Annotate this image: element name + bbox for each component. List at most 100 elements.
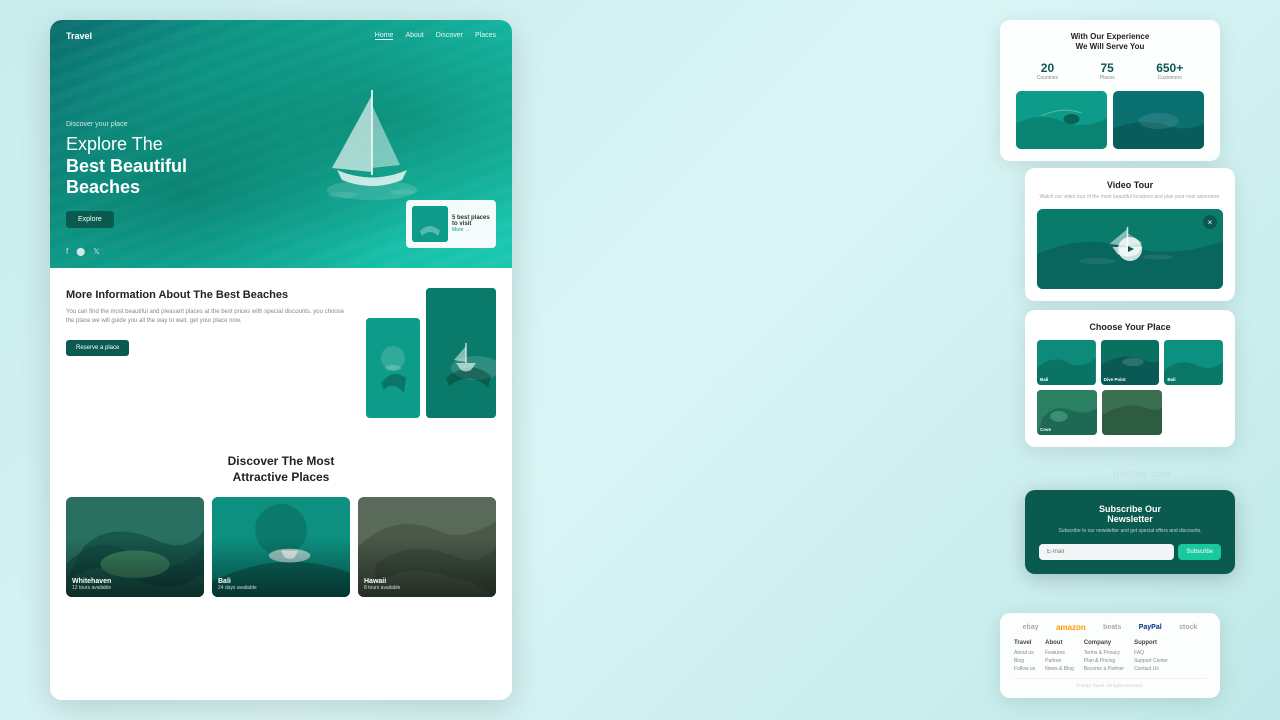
watermark: mostaqi.com [1113, 469, 1170, 480]
footer-copyright: © 2024 Travel. All rights reserved. [1014, 678, 1206, 688]
stat-label-places: Places [1100, 75, 1115, 81]
discover-section: Discover The Most Attractive Places [50, 438, 512, 700]
newsletter-card: Subscribe Our Newsletter Subscribe to ou… [1025, 490, 1235, 574]
nav-links: Home About Discover Places [375, 32, 496, 40]
stat-places: 75 Places [1100, 61, 1115, 81]
card-name-2: Bali [218, 578, 257, 585]
video-tour-title: Video Tour [1037, 180, 1223, 190]
footer-col-title-about: About [1045, 640, 1074, 646]
card-name-3: Hawaii [364, 578, 400, 585]
footer-col-item-blog: Blog [1014, 657, 1035, 665]
hero-content: Discover your place Explore The Best Bea… [66, 121, 187, 228]
logo-beats: beats [1103, 624, 1121, 631]
info-description: You can find the most beautiful and plea… [66, 308, 350, 326]
hero-subtitle: Discover your place [66, 121, 187, 128]
discover-card-2[interactable]: Bali 24 days available [212, 497, 350, 597]
video-thumbnail[interactable]: × [1037, 209, 1223, 289]
place-label-4: Cove [1040, 427, 1051, 432]
stat-number-countries: 20 [1037, 61, 1058, 75]
stats-image-2 [1113, 91, 1204, 149]
place-item-2[interactable]: Dive Point [1101, 340, 1160, 385]
navbar: Travel Home About Discover Places [50, 20, 512, 52]
nav-link-discover[interactable]: Discover [436, 32, 463, 40]
stats-title: With Our Experience We Will Serve You [1016, 32, 1204, 53]
small-card-image [412, 206, 448, 242]
place-label-3: Bali [1167, 377, 1175, 382]
small-card-overlay: 5 best places to visit More → [406, 200, 496, 248]
info-section: More Information About The Best Beaches … [50, 268, 512, 438]
stat-countries: 20 Countries [1037, 61, 1058, 81]
footer-col-support: Support FAQ Support Center Contact Us [1134, 640, 1168, 673]
hero-title-line1: Explore The [66, 134, 163, 154]
social-icons: f ⬤ 𝕏 [66, 247, 100, 256]
discover-title: Discover The Most Attractive Places [66, 454, 496, 485]
twitter-icon[interactable]: 𝕏 [93, 247, 99, 256]
stat-label-countries: Countries [1037, 75, 1058, 81]
small-card-title: 5 best places to visit [452, 215, 490, 227]
card-info-2: Bali 24 days available [218, 578, 257, 591]
nav-brand: Travel [66, 31, 92, 41]
hero-title-line3: Beaches [66, 177, 140, 197]
logo-ebay: ebay [1023, 624, 1039, 631]
info-text: More Information About The Best Beaches … [66, 288, 350, 418]
stats-card: With Our Experience We Will Serve You 20… [1000, 20, 1220, 161]
footer-col-title-support: Support [1134, 640, 1168, 646]
small-card-link[interactable]: More → [452, 227, 490, 233]
footer-col-title-travel: Travel [1014, 640, 1035, 646]
place-item-4[interactable]: Cove [1037, 390, 1097, 435]
place-item-3[interactable]: Bali [1164, 340, 1223, 385]
video-tour-card: Video Tour Watch our video tour of the m… [1025, 168, 1235, 301]
info-image-2 [426, 288, 496, 418]
sailboat-icon [292, 60, 452, 220]
play-button[interactable] [1118, 237, 1142, 261]
discover-cards: Whitehaven 12 tours available [66, 497, 496, 597]
facebook-icon[interactable]: f [66, 247, 68, 256]
explore-button[interactable]: Explore [66, 211, 114, 228]
newsletter-title: Subscribe Our Newsletter [1039, 504, 1221, 524]
place-grid-bottom: Cove [1037, 390, 1162, 435]
footer-col-about: About Features Partner News & Blog [1045, 640, 1074, 673]
reserve-button[interactable]: Reserve a place [66, 340, 129, 356]
footer-col-title-company: Company [1084, 640, 1124, 646]
instagram-icon[interactable]: ⬤ [76, 247, 85, 256]
footer-col-item-follow: Follow us [1014, 665, 1035, 673]
choose-place-card: Choose Your Place Bali [1025, 310, 1235, 447]
nav-link-places[interactable]: Places [475, 32, 496, 40]
close-video-button[interactable]: × [1203, 215, 1217, 229]
nav-link-about[interactable]: About [405, 32, 423, 40]
stat-label-customers: Customers [1156, 75, 1183, 81]
video-tour-description: Watch our video tour of the most beautif… [1037, 194, 1223, 201]
card-name-1: Whitehaven [72, 578, 111, 585]
newsletter-subscribe-button[interactable]: Subscribe [1178, 544, 1221, 560]
newsletter-email-input[interactable] [1039, 544, 1174, 560]
place-label-1: Bali [1040, 377, 1048, 382]
discover-card-1[interactable]: Whitehaven 12 tours available [66, 497, 204, 597]
stat-number-places: 75 [1100, 61, 1115, 75]
discover-card-3[interactable]: Hawaii 8 tours available [358, 497, 496, 597]
nav-link-home[interactable]: Home [375, 32, 394, 40]
stats-image-1 [1016, 91, 1107, 149]
info-title: More Information About The Best Beaches [66, 288, 350, 302]
place-item-1[interactable]: Bali [1037, 340, 1096, 385]
logo-amazon: amazon [1056, 623, 1086, 632]
footer-columns: Travel About us Blog Follow us About Fea… [1014, 640, 1206, 673]
stats-row: 20 Countries 75 Places 650+ Customers [1016, 61, 1204, 81]
place-label-2: Dive Point [1104, 377, 1126, 382]
small-card-text: 5 best places to visit More → [452, 215, 490, 233]
hero-section: Travel Home About Discover Places Discov… [50, 20, 512, 268]
choose-place-title: Choose Your Place [1037, 322, 1223, 332]
stat-customers: 650+ Customers [1156, 61, 1183, 81]
footer-col-item-plans: Plan & Pricing [1084, 657, 1124, 665]
footer-col-item-terms: Terms & Privacy [1084, 649, 1124, 657]
place-item-5[interactable] [1102, 390, 1162, 435]
logo-paypal: PayPal [1139, 624, 1162, 631]
newsletter-description: Subscribe to our newsletter and get spec… [1039, 528, 1221, 534]
hero-title-line2: Best Beautiful [66, 156, 187, 176]
info-image-1 [366, 318, 420, 418]
hero-title: Explore The Best Beautiful Beaches [66, 134, 187, 199]
footer-col-item-become: Become a Partner [1084, 665, 1124, 673]
card-info-1: Whitehaven 12 tours available [72, 578, 111, 591]
watermark-text: mostaqi.com [1113, 469, 1170, 480]
card-sub-2: 24 days available [218, 585, 257, 591]
footer-col-item-support-center: Support Center [1134, 657, 1168, 665]
